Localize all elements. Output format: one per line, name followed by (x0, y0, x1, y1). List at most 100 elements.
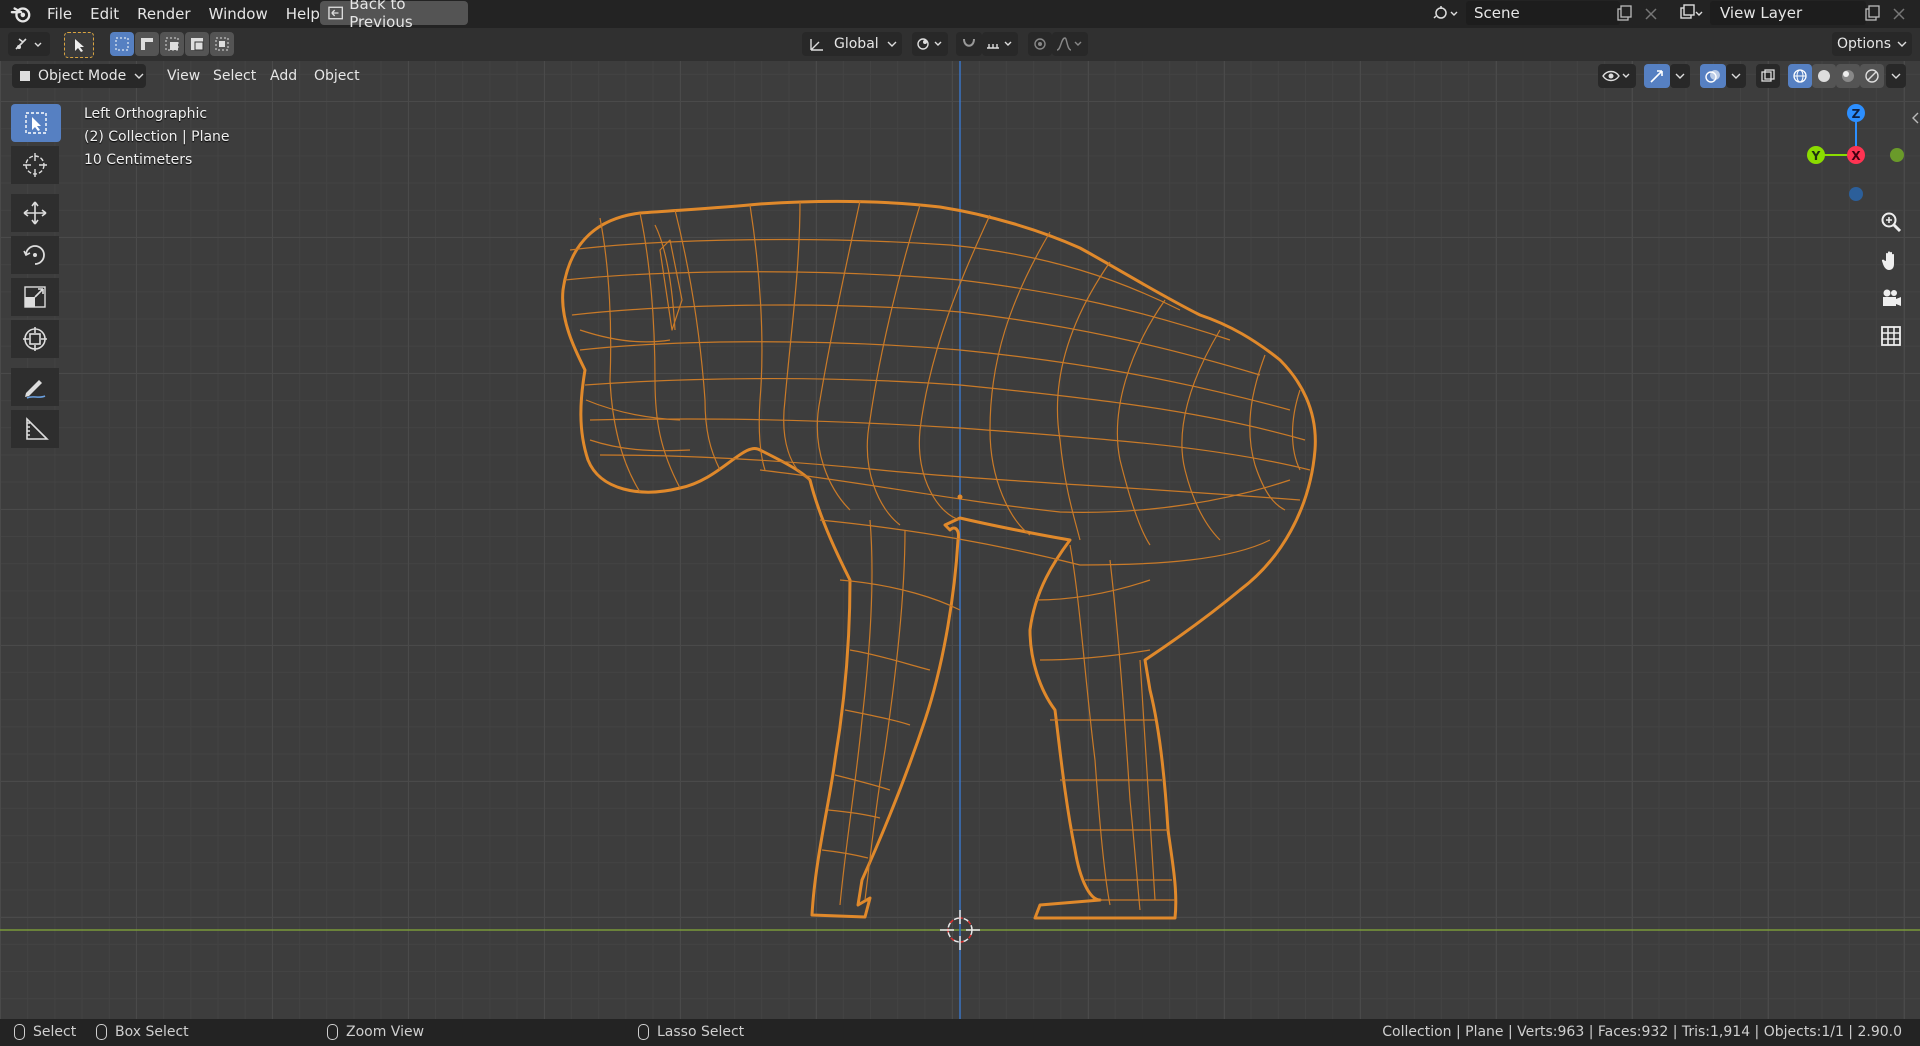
measure-icon (26, 417, 49, 440)
shading-dropdown-icon[interactable] (1886, 64, 1906, 88)
chevron-down-icon (1897, 41, 1907, 47)
cursor-tool[interactable] (11, 146, 59, 184)
editor-type-icon[interactable] (8, 32, 50, 56)
select-box-icon (25, 112, 47, 134)
3d-viewport[interactable] (0, 61, 1920, 1019)
view-menu[interactable]: View (160, 64, 207, 88)
solid-shading-icon[interactable] (1812, 64, 1836, 88)
menu-render[interactable]: Render (128, 0, 199, 28)
remove-scene-icon[interactable] (1642, 5, 1660, 23)
transform-orientation-dropdown[interactable]: Global (802, 32, 902, 56)
origin-point (957, 494, 963, 500)
snap-toggle-icon[interactable] (956, 32, 982, 56)
zoom-icon[interactable] (1876, 207, 1906, 237)
view-layer-name: View Layer (1720, 4, 1803, 22)
status-select-label: Select (33, 1024, 77, 1040)
neg-y-axis-handle (1890, 148, 1904, 162)
material-preview-icon[interactable] (1836, 64, 1860, 88)
proportional-editing-icon[interactable] (1028, 32, 1052, 56)
transform-tool[interactable] (11, 320, 59, 358)
select-mode-new-icon[interactable] (110, 32, 134, 56)
mouse-left-icon (14, 1024, 25, 1040)
back-to-previous-button[interactable]: Back to Previous (320, 0, 468, 31)
navigation-gizmo[interactable]: Z Y X (1800, 100, 1910, 210)
scale-tool[interactable] (11, 278, 59, 316)
view-layer-field[interactable]: View Layer (1710, 1, 1866, 25)
chevron-down-icon (134, 73, 144, 79)
annotate-tool[interactable] (11, 368, 59, 406)
gizmo-dropdown-icon[interactable] (1670, 64, 1690, 88)
status-box-select: Box Select (96, 1019, 189, 1046)
new-view-layer-icon[interactable] (1862, 4, 1882, 24)
back-to-previous-label: Back to Previous (349, 0, 413, 31)
chevron-down-icon (887, 41, 897, 47)
xray-toggle-icon[interactable] (1756, 64, 1780, 88)
gizmo-toggle-icon[interactable] (1644, 64, 1670, 88)
object-mode-dropdown[interactable]: Object Mode (12, 64, 146, 88)
orientation-icon (810, 39, 823, 51)
rendered-shading-icon[interactable] (1860, 64, 1884, 88)
move-icon (23, 201, 47, 225)
top-menu-bar: File Edit Render Window Help Back to Pre… (0, 0, 1920, 31)
svg-text:X: X (1851, 149, 1861, 163)
snap-target-icon[interactable] (982, 32, 1018, 56)
mesh-wireframe (561, 199, 1317, 920)
new-scene-icon[interactable] (1614, 4, 1634, 24)
select-mode-intersect-icon[interactable] (210, 32, 234, 56)
transform-icon (23, 327, 47, 351)
scene-field[interactable]: Scene (1466, 1, 1620, 25)
select-mode-extend-icon[interactable] (135, 32, 159, 56)
rotate-icon (23, 245, 45, 265)
mouse-drag-icon (96, 1024, 107, 1040)
collection-info: (2) Collection | Plane (84, 129, 230, 145)
move-tool[interactable] (11, 194, 59, 232)
status-lasso: Lasso Select (638, 1019, 744, 1046)
view-layer-icon[interactable] (1674, 2, 1708, 24)
select-mode-subtract-icon[interactable] (160, 32, 184, 56)
perspective-grid-icon[interactable] (1876, 321, 1906, 351)
scene-icon[interactable] (1428, 2, 1464, 24)
active-tool-icon[interactable] (64, 32, 94, 58)
scene-statistics: Collection | Plane | Verts:963 | Faces:9… (1382, 1024, 1902, 1040)
cursor-icon (23, 153, 47, 177)
options-label: Options (1836, 36, 1892, 52)
object-menu[interactable]: Object (307, 64, 367, 88)
status-zoom-label: Zoom View (346, 1024, 425, 1040)
rotate-tool[interactable] (11, 236, 59, 274)
add-menu[interactable]: Add (263, 64, 304, 88)
grid-scale: 10 Centimeters (84, 152, 193, 168)
blender-logo-icon[interactable] (10, 3, 32, 25)
object-mode-icon (20, 71, 30, 81)
select-menu[interactable]: Select (206, 64, 263, 88)
tool-header: Global Options (0, 28, 1920, 61)
overlays-toggle-icon[interactable] (1700, 64, 1726, 88)
wireframe-shading-icon[interactable] (1788, 64, 1812, 88)
select-box-tool[interactable] (11, 104, 61, 142)
mouse-right-icon (638, 1024, 649, 1040)
svg-text:Y: Y (1811, 149, 1821, 163)
camera-icon[interactable] (1876, 283, 1906, 313)
options-dropdown[interactable]: Options (1832, 32, 1912, 56)
scene-name: Scene (1474, 4, 1520, 22)
menu-window[interactable]: Window (200, 0, 277, 28)
status-box-select-label: Box Select (115, 1024, 189, 1040)
select-mode-invert-icon[interactable] (185, 32, 209, 56)
mouse-middle-icon (327, 1024, 338, 1040)
status-lasso-label: Lasso Select (657, 1024, 745, 1040)
menu-file[interactable]: File (38, 0, 81, 28)
visibility-icon[interactable] (1598, 64, 1636, 88)
overlays-dropdown-icon[interactable] (1726, 64, 1746, 88)
menu-edit[interactable]: Edit (81, 0, 128, 28)
viewport-scene (0, 61, 1920, 1019)
sidebar-toggle-icon[interactable] (1910, 110, 1920, 126)
viewport-info: Left Orthographic (2) Collection | Plane… (84, 103, 230, 172)
measure-tool[interactable] (11, 410, 59, 448)
annotate-icon (25, 380, 46, 399)
proportional-falloff-icon[interactable] (1052, 32, 1088, 56)
pan-hand-icon[interactable] (1876, 246, 1906, 276)
pivot-point-icon[interactable] (912, 32, 948, 56)
svg-text:Z: Z (1852, 107, 1861, 121)
scale-icon (24, 286, 46, 308)
remove-view-layer-icon[interactable] (1890, 5, 1908, 23)
transform-orientation-label: Global (834, 36, 879, 52)
